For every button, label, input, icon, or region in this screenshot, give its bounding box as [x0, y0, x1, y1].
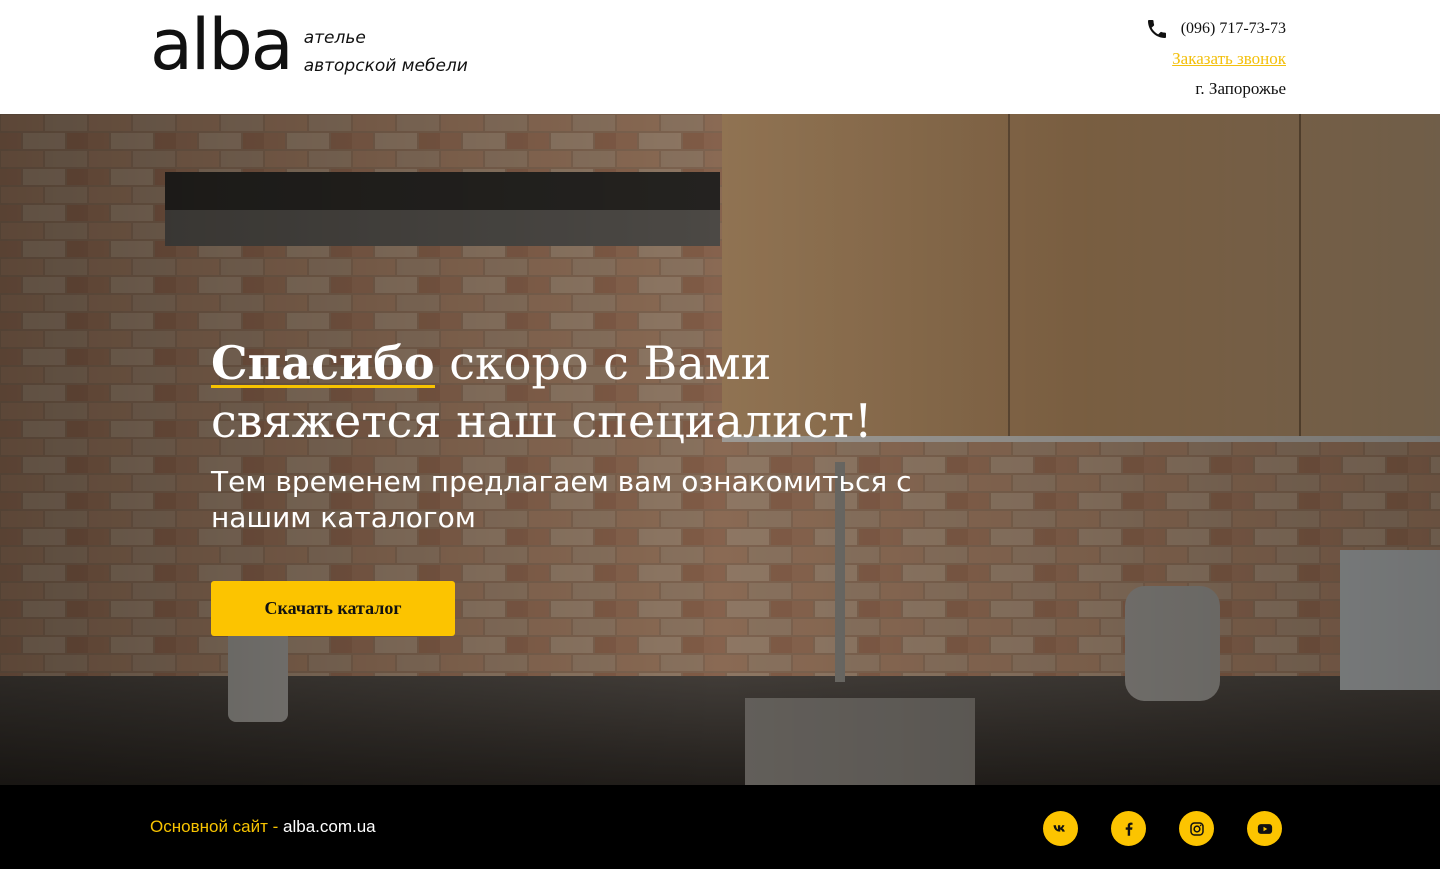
hero-title-strong: Спасибо — [211, 336, 435, 390]
hero-subtitle: Тем временем предлагаем вам ознакомиться… — [211, 465, 912, 534]
main-site-label: Основной сайт - — [150, 817, 279, 836]
logo-tagline-line1: ателье — [303, 28, 366, 48]
hero-content: Спасибо скоро с Вами свяжется наш специа… — [211, 334, 1011, 536]
site-footer: Основной сайт - alba.com.ua — [0, 785, 1440, 869]
youtube-icon — [1257, 823, 1272, 834]
instagram-button[interactable] — [1179, 811, 1214, 846]
phone-row[interactable]: (096) 717-73-73 — [1145, 16, 1286, 42]
vk-icon — [1053, 824, 1065, 832]
phone-icon — [1145, 17, 1169, 41]
facebook-icon — [1125, 822, 1133, 836]
hero-title-line2: свяжется наш специалист! — [211, 394, 873, 448]
logo[interactable]: alba ателье авторской мебели — [150, 10, 468, 80]
header-contacts: (096) 717-73-73 Заказать звонок г. Запор… — [1145, 16, 1286, 102]
hero-section: Спасибо скоро с Вами свяжется наш специа… — [0, 114, 1440, 785]
callback-link[interactable]: Заказать звонок — [1145, 46, 1286, 72]
logo-wordmark: alba — [150, 4, 294, 86]
main-site-link[interactable]: Основной сайт - alba.com.ua — [150, 817, 376, 837]
logo-tagline: ателье авторской мебели — [304, 24, 468, 80]
social-links — [1043, 811, 1282, 846]
vk-button[interactable] — [1043, 811, 1078, 846]
instagram-icon — [1189, 821, 1204, 836]
site-header: alba ателье авторской мебели (096) 717-7… — [0, 0, 1440, 114]
hero-title: Спасибо скоро с Вами свяжется наш специа… — [211, 334, 1011, 450]
facebook-button[interactable] — [1111, 811, 1146, 846]
hero-title-rest: скоро с Вами — [434, 336, 772, 390]
main-site-url: alba.com.ua — [278, 817, 376, 836]
logo-tagline-line2: авторской мебели — [303, 56, 468, 76]
phone-number: (096) 717-73-73 — [1180, 20, 1286, 37]
youtube-button[interactable] — [1247, 811, 1282, 846]
download-catalog-button[interactable]: Скачать каталог — [211, 581, 455, 636]
city-label: г. Запорожье — [1195, 79, 1286, 98]
